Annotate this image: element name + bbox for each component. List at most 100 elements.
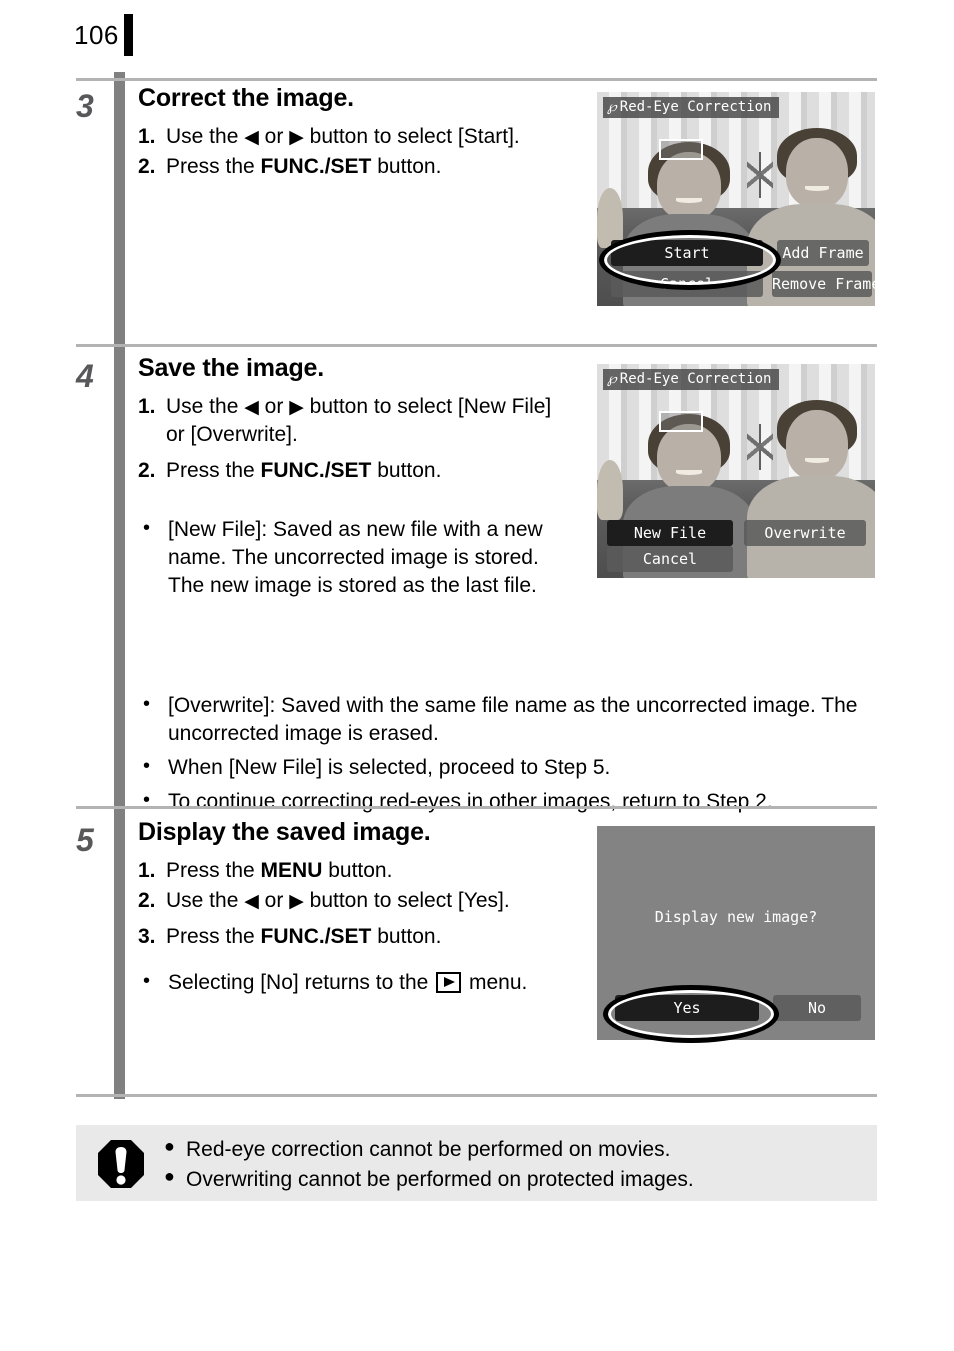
note-text: [New File]: Saved as new file with a new… [168,518,543,597]
step-5-title: Display the saved image. [138,818,431,846]
bullet-icon: ● [164,1165,175,1186]
step-3-number: 3 [76,88,94,124]
button-name-label: MENU [260,858,323,882]
step-column-bar [114,72,125,1099]
list-marker: 2. [138,154,156,178]
instruction-text-mid: or [258,124,290,148]
list-marker: 1. [138,124,156,148]
screen-option-cancel[interactable]: Cancel [611,271,763,297]
red-eye-icon: ℘ [607,372,617,387]
step-divider-bottom [76,1094,877,1097]
step-divider-top [76,78,877,81]
screen-option-add-frame[interactable]: Add Frame [777,240,869,266]
screen-title-label: Red-Eye Correction [619,371,772,387]
note-text-pre: Selecting [No] returns to the [168,970,435,994]
step-4-note-list-wide: • [Overwrite]: Saved with the same file n… [138,692,878,816]
step-4-instruction-1: 1. Use the ◀ or ▶ button to select [New F… [138,393,568,449]
screen-option-new-file[interactable]: New File [607,520,733,546]
instruction-text-pre: Use the [166,124,245,148]
step-4-note-narrow: • [New File]: Saved as new file with a ne… [138,516,568,602]
right-arrow-icon: ▶ [289,396,304,418]
step-4-note-1: • [New File]: Saved as new file with a ne… [138,516,568,600]
step-5-note-1: • Selecting [No] returns to the menu. [138,969,568,997]
instruction-text-pre: Press the [166,858,261,882]
note-text: To continue correcting red-eyes in other… [168,789,773,813]
screen-title-bar: ℘ Red-Eye Correction [603,369,780,390]
step-5-number: 5 [76,822,94,858]
step-3-instruction-2: 2. Press the FUNC./SET button. [138,153,558,181]
list-marker: 1. [138,394,156,418]
instruction-text-post: button to select [Yes]. [303,888,510,912]
bullet-icon: • [143,754,151,777]
warning-item-1: ● Red-eye correction cannot be performed … [162,1135,694,1165]
warning-text: Red-eye correction cannot be performed o… [186,1138,671,1161]
dialog-message: Display new image? [654,908,818,926]
page-header: 106 [0,0,954,72]
page-number: 106 [74,20,119,50]
screen-option-cancel[interactable]: Cancel [607,546,733,572]
bullet-icon: ● [164,1136,175,1156]
exclamation-octagon-icon [98,1140,144,1188]
instruction-text-post: button. [322,858,393,882]
step-4-note-2: • [Overwrite]: Saved with the same file n… [138,692,878,748]
step-5-camera-screen: Display new image? Yes No [597,826,875,1043]
instruction-text-post: button. [371,154,442,178]
button-name-label: FUNC./SET [260,458,372,482]
red-eye-selection-box [659,139,703,160]
person-head [657,152,721,220]
screen-option-yes[interactable]: Yes [615,995,759,1021]
instruction-text-mid: or [258,394,290,418]
screen-title-bar: ℘ Red-Eye Correction [603,97,780,118]
screen-option-start[interactable]: Start [611,240,763,266]
bullet-icon: • [143,788,151,811]
step-5-instruction-1: 1. Press the MENU button. [138,857,568,885]
note-text-post: menu. [463,970,528,994]
red-eye-selection-box [659,411,703,432]
warning-box: ● Red-eye correction cannot be performed … [76,1125,877,1201]
step-4-title: Save the image. [138,354,324,382]
step-3-camera-screen: ℘ Red-Eye Correction Start Add Frame Can… [597,92,875,306]
right-arrow-icon: ▶ [289,890,304,912]
step-5-instruction-list: 1. Press the MENU button. 2. Use the ◀ or … [138,857,568,951]
left-arrow-icon: ◀ [244,396,259,418]
step-4-body: Save the image. 1. Use the ◀ or ▶ button … [138,354,568,487]
left-arrow-icon: ◀ [244,890,259,912]
step-4-number: 4 [76,358,94,394]
person-mouth [676,470,702,475]
screen-title-label: Red-Eye Correction [619,99,772,115]
person-mouth [805,458,829,463]
photo-person-right [747,398,875,578]
step-3-instruction-list: 1. Use the ◀ or ▶ button to select [Start… [138,123,558,181]
note-text: When [New File] is selected, proceed to … [168,755,611,779]
person-head [657,424,721,492]
screen-option-remove-frame[interactable]: Remove Frame [772,271,875,297]
step-divider-3-4 [76,344,877,347]
button-name-label: FUNC./SET [260,924,372,948]
red-eye-icon: ℘ [607,100,617,115]
person-mouth [805,186,829,191]
instruction-text-post: button. [371,924,442,948]
button-name-label: FUNC./SET [260,154,372,178]
step-3-body: Correct the image. 1. Use the ◀ or ▶ butt… [138,84,558,183]
step-4-note-4: • To continue correcting red-eyes in othe… [138,788,878,816]
warning-item-2: ● Overwriting cannot be performed on prot… [162,1165,694,1195]
note-text: [Overwrite]: Saved with the same file na… [168,694,858,745]
step-4-note-3: • When [New File] is selected, proceed to… [138,754,878,782]
instruction-text-post: button to select [Start]. [303,124,520,148]
list-marker: 2. [138,458,156,482]
instruction-text-mid: or [258,888,290,912]
instruction-text-pre: Press the [166,154,261,178]
step-3-title: Correct the image. [138,84,354,112]
step-5-body: Display the saved image. 1. Press the MEN… [138,818,568,998]
person-mouth [676,198,702,203]
screen-option-overwrite[interactable]: Overwrite [744,520,866,546]
warning-text: Overwriting cannot be performed on prote… [186,1167,694,1191]
list-marker: 1. [138,858,156,882]
instruction-text-pre: Use the [166,888,245,912]
right-arrow-icon: ▶ [289,126,304,148]
left-arrow-icon: ◀ [244,126,259,148]
bullet-icon: • [143,969,151,992]
step-3-instruction-1: 1. Use the ◀ or ▶ button to select [Start… [138,123,558,151]
screen-option-no[interactable]: No [773,995,861,1021]
instruction-text-pre: Press the [166,458,261,482]
